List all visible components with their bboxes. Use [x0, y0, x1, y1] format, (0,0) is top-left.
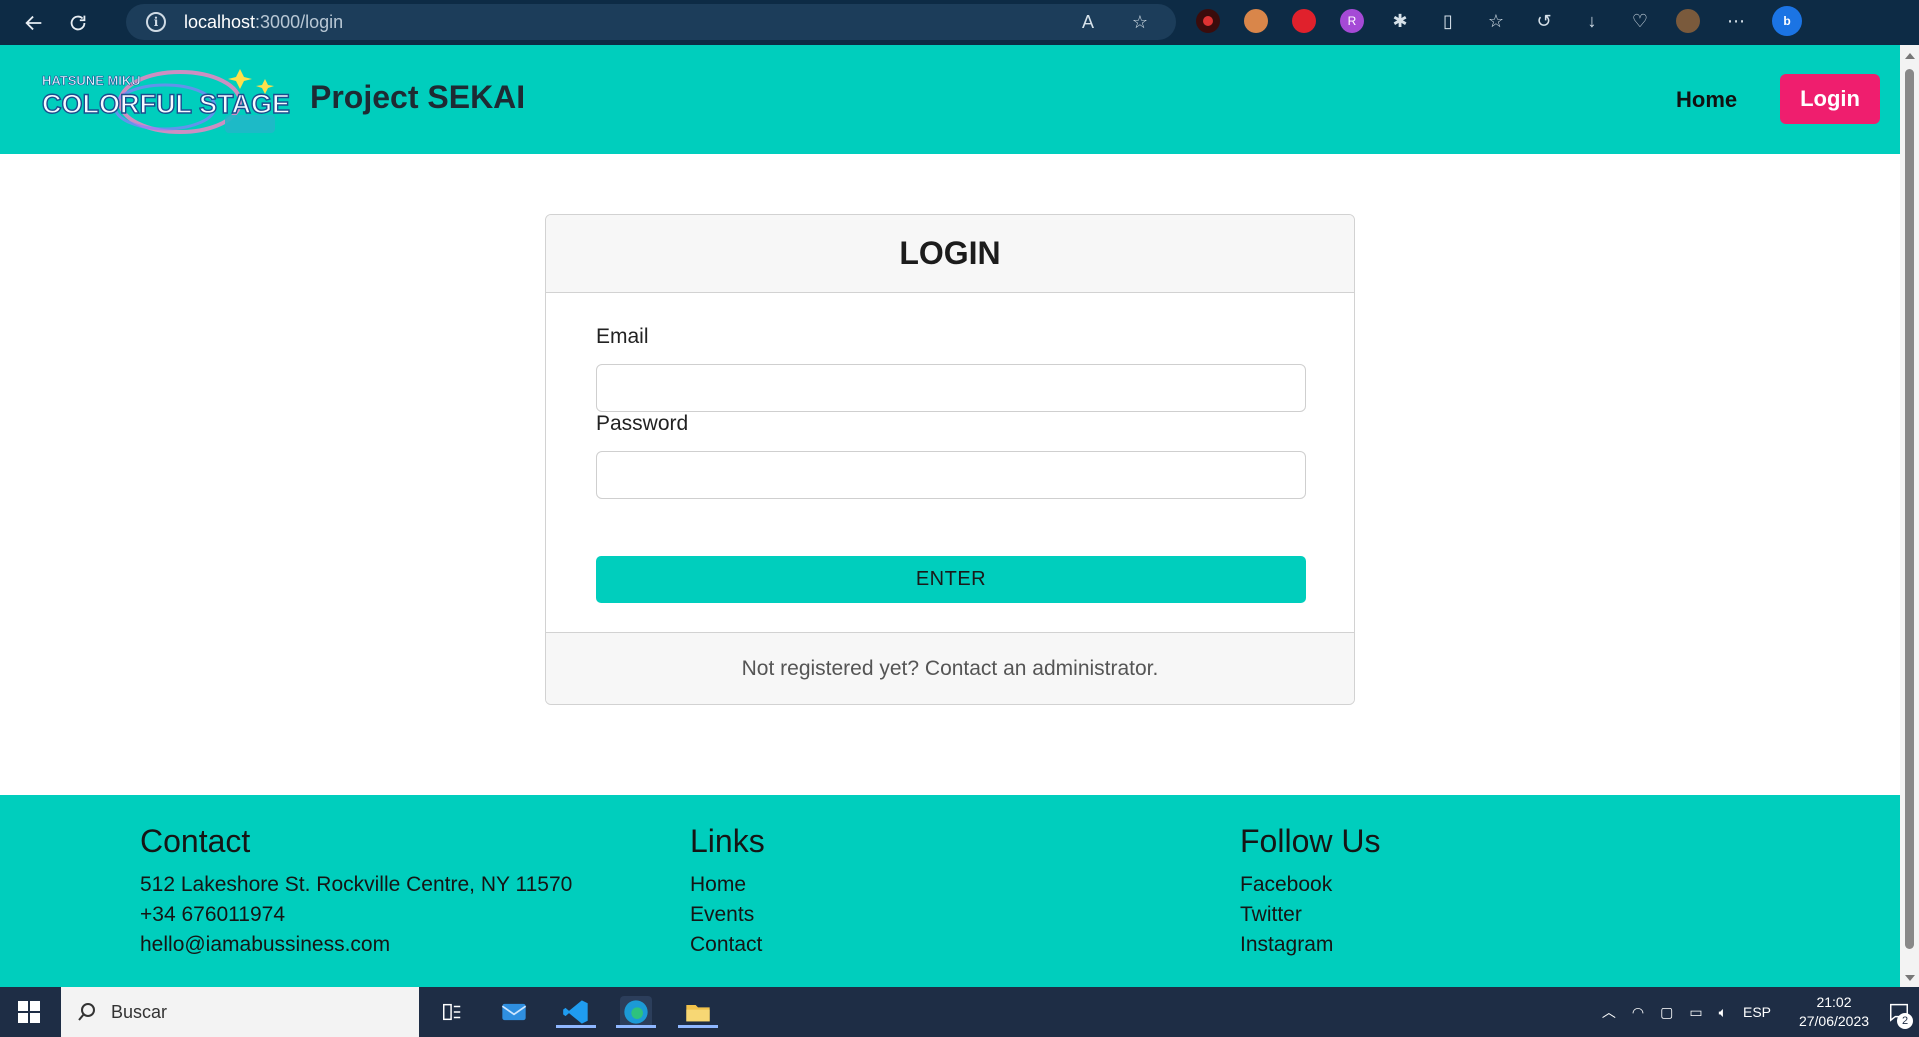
edge-browser-icon[interactable] [616, 996, 656, 1028]
footer-link-instagram[interactable]: Instagram [1240, 930, 1380, 960]
footer-links-column: Links Home Events Contact [690, 823, 765, 960]
clock-date: 27/06/2023 [1798, 1013, 1870, 1029]
taskbar-search-placeholder: Buscar [111, 1001, 168, 1022]
extension-hand-icon[interactable] [1292, 9, 1316, 33]
footer-email: hello@iamabussiness.com [140, 933, 391, 956]
scroll-down-icon[interactable] [1905, 975, 1915, 981]
footer-link-facebook[interactable]: Facebook [1240, 870, 1380, 900]
footer-follow-title: Follow Us [1240, 823, 1381, 859]
site-title[interactable]: Project SEKAI [310, 79, 525, 116]
email-label: Email [596, 325, 649, 348]
extensions-puzzle-icon[interactable]: ✱ [1388, 9, 1412, 33]
notifications-icon[interactable]: 2 [1879, 987, 1919, 1037]
enter-button[interactable]: ENTER [596, 556, 1306, 603]
taskbar-clock[interactable]: 21:02 27/06/2023 [1789, 993, 1879, 1031]
login-form: Email Password ENTER [546, 293, 1354, 633]
footer-address: 512 Lakeshore St. Rockville Centre, NY 1… [140, 873, 573, 896]
mail-icon[interactable] [498, 996, 530, 1028]
notification-count: 2 [1897, 1013, 1913, 1029]
task-view-icon[interactable] [436, 996, 468, 1028]
back-button[interactable] [16, 5, 52, 41]
password-field[interactable] [596, 451, 1306, 499]
tray-overflow-icon[interactable]: ︿ [1602, 1002, 1616, 1022]
extension-purple-icon[interactable]: R [1340, 9, 1364, 33]
page-scrollbar[interactable] [1900, 45, 1919, 987]
file-explorer-icon[interactable] [678, 996, 718, 1028]
volume-icon[interactable]: 🔈︎ [1719, 1004, 1727, 1021]
more-options-icon[interactable]: ⋯ [1724, 9, 1748, 33]
windows-taskbar: Buscar ︿ ◠ ▢ ▭ 🔈︎ ESP 21:02 27/06/2023 2 [0, 987, 1919, 1037]
history-icon[interactable]: ↺ [1532, 9, 1556, 33]
address-bar[interactable]: i localhost:3000/login A ☆ [126, 4, 1176, 40]
device-icon[interactable]: ▢ [1660, 1004, 1673, 1021]
clock-time: 21:02 [1816, 994, 1852, 1010]
extension-adblock-icon[interactable] [1196, 9, 1220, 33]
browser-toolbar: i localhost:3000/login A ☆ R ✱ ▯ ☆ ↺ ↓ ♡… [0, 0, 1919, 45]
vscode-icon[interactable] [556, 996, 596, 1028]
site-info-icon[interactable]: i [146, 12, 166, 32]
bing-icon[interactable]: b [1772, 6, 1802, 36]
login-title: LOGIN [546, 215, 1354, 293]
search-icon [78, 1003, 95, 1021]
system-tray: ︿ ◠ ▢ ▭ 🔈︎ ESP 21:02 27/06/2023 2 [1594, 987, 1919, 1037]
scrollbar-thumb[interactable] [1905, 69, 1914, 949]
nav-home-link[interactable]: Home [1676, 87, 1737, 113]
footer-contact-title: Contact [140, 823, 251, 859]
footer-follow-column: Follow Us Facebook Twitter Instagram [1240, 823, 1380, 960]
footer-links-title: Links [690, 823, 765, 859]
footer-link-events[interactable]: Events [690, 900, 765, 930]
register-note: Not registered yet? Contact an administr… [546, 632, 1354, 704]
colorful-stage-logo[interactable]: HATSUNE MIKU COLORFUL STAGE! [40, 57, 290, 143]
footer-phone: +34 676011974 [140, 903, 286, 926]
profile-avatar[interactable] [1676, 9, 1700, 33]
extension-character-icon[interactable] [1244, 9, 1268, 33]
read-aloud-icon[interactable]: A [1076, 10, 1100, 34]
taskbar-search[interactable]: Buscar [61, 987, 419, 1037]
refresh-button[interactable] [60, 5, 96, 41]
health-icon[interactable]: ♡ [1628, 9, 1652, 33]
refresh-icon [70, 15, 86, 30]
footer-contact-column: Contact 512 Lakeshore St. Rockville Cent… [140, 823, 572, 960]
scroll-up-icon[interactable] [1905, 53, 1915, 59]
language-indicator[interactable]: ESP [1743, 1004, 1771, 1020]
footer-link-twitter[interactable]: Twitter [1240, 900, 1380, 930]
favorite-star-icon[interactable]: ☆ [1128, 10, 1152, 34]
battery-icon[interactable]: ▭ [1689, 1004, 1702, 1021]
wifi-icon[interactable]: ◠ [1632, 1004, 1644, 1021]
windows-start-icon[interactable] [18, 1001, 40, 1023]
svg-text:COLORFUL STAGE!: COLORFUL STAGE! [42, 89, 290, 119]
nav-login-button[interactable]: Login [1780, 74, 1880, 124]
footer-link-home[interactable]: Home [690, 870, 765, 900]
email-field[interactable] [596, 364, 1306, 412]
footer-link-contact[interactable]: Contact [690, 930, 765, 960]
url-text: localhost:3000/login [184, 11, 344, 32]
arrow-left-icon [25, 15, 42, 30]
download-icon[interactable]: ↓ [1580, 9, 1604, 33]
favorites-icon[interactable]: ☆ [1484, 9, 1508, 33]
site-footer: Contact 512 Lakeshore St. Rockville Cent… [0, 795, 1900, 987]
login-card: LOGIN Email Password ENTER Not registere… [545, 214, 1355, 705]
split-screen-icon[interactable]: ▯ [1436, 9, 1460, 33]
svg-text:HATSUNE MIKU: HATSUNE MIKU [42, 73, 141, 88]
site-header: HATSUNE MIKU COLORFUL STAGE! Project SEK… [0, 45, 1900, 154]
password-label: Password [596, 412, 689, 435]
